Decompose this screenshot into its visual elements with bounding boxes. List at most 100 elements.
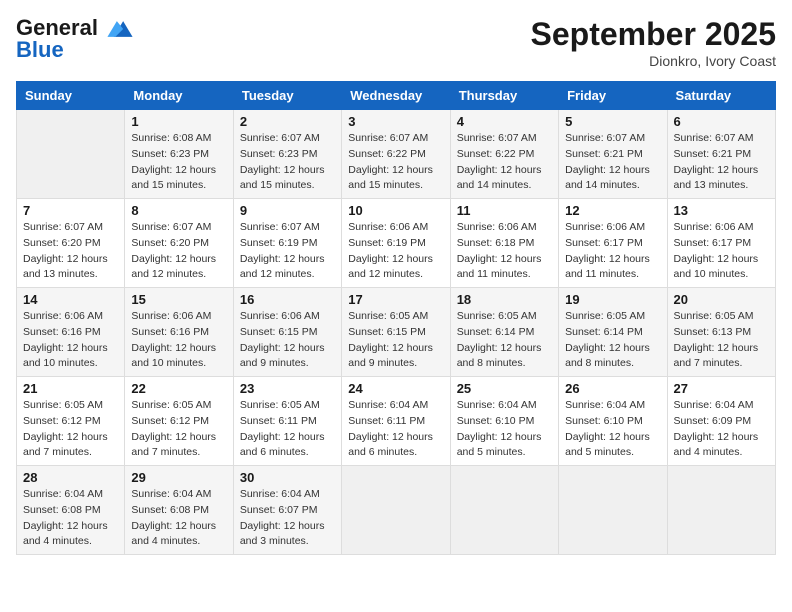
day-cell: 16 Sunrise: 6:06 AMSunset: 6:15 PMDayligh… (233, 288, 341, 377)
header-cell-wednesday: Wednesday (342, 82, 450, 110)
day-cell: 19 Sunrise: 6:05 AMSunset: 6:14 PMDayligh… (559, 288, 667, 377)
day-cell: 14Sunrise: 6:06 AMSunset: 6:16 PMDayligh… (17, 288, 125, 377)
day-cell: 20 Sunrise: 6:05 AMSunset: 6:13 PMDayligh… (667, 288, 775, 377)
day-cell: 24 Sunrise: 6:04 AMSunset: 6:11 PMDayligh… (342, 377, 450, 466)
day-number: 2 (240, 114, 335, 129)
header-cell-tuesday: Tuesday (233, 82, 341, 110)
day-cell: 29 Sunrise: 6:04 AMSunset: 6:08 PMDayligh… (125, 466, 233, 555)
week-row-2: 7 Sunrise: 6:07 AMSunset: 6:20 PMDaylight… (17, 199, 776, 288)
day-info: Sunrise: 6:05 AMSunset: 6:11 PMDaylight:… (240, 398, 335, 461)
day-number: 1 (131, 114, 226, 129)
day-cell: 5 Sunrise: 6:07 AMSunset: 6:21 PMDaylight… (559, 110, 667, 199)
day-info: Sunrise: 6:07 AMSunset: 6:22 PMDaylight:… (457, 131, 552, 194)
day-number: 9 (240, 203, 335, 218)
day-number: 7 (23, 203, 118, 218)
day-info: Sunrise: 6:07 AMSunset: 6:20 PMDaylight:… (23, 220, 118, 283)
day-number: 28 (23, 470, 118, 485)
day-cell: 3 Sunrise: 6:07 AMSunset: 6:22 PMDaylight… (342, 110, 450, 199)
header-cell-saturday: Saturday (667, 82, 775, 110)
location: Dionkro, Ivory Coast (531, 53, 776, 69)
day-info: Sunrise: 6:06 AMSunset: 6:18 PMDaylight:… (457, 220, 552, 283)
title-block: September 2025 Dionkro, Ivory Coast (531, 16, 776, 69)
day-info: Sunrise: 6:04 AMSunset: 6:10 PMDaylight:… (565, 398, 660, 461)
day-info: Sunrise: 6:06 AMSunset: 6:17 PMDaylight:… (674, 220, 769, 283)
day-info: Sunrise: 6:05 AMSunset: 6:12 PMDaylight:… (23, 398, 118, 461)
day-cell: 30 Sunrise: 6:04 AMSunset: 6:07 PMDayligh… (233, 466, 341, 555)
day-cell: 8 Sunrise: 6:07 AMSunset: 6:20 PMDaylight… (125, 199, 233, 288)
day-info: Sunrise: 6:05 AMSunset: 6:14 PMDaylight:… (565, 309, 660, 372)
day-number: 8 (131, 203, 226, 218)
day-cell: 10Sunrise: 6:06 AMSunset: 6:19 PMDayligh… (342, 199, 450, 288)
day-number: 17 (348, 292, 443, 307)
day-cell: 21Sunrise: 6:05 AMSunset: 6:12 PMDayligh… (17, 377, 125, 466)
header-cell-sunday: Sunday (17, 82, 125, 110)
day-cell: 18 Sunrise: 6:05 AMSunset: 6:14 PMDayligh… (450, 288, 558, 377)
day-info: Sunrise: 6:07 AMSunset: 6:22 PMDaylight:… (348, 131, 443, 194)
day-cell: 6Sunrise: 6:07 AMSunset: 6:21 PMDaylight… (667, 110, 775, 199)
header-cell-thursday: Thursday (450, 82, 558, 110)
day-cell: 27Sunrise: 6:04 AMSunset: 6:09 PMDayligh… (667, 377, 775, 466)
day-number: 11 (457, 203, 552, 218)
day-cell: 9 Sunrise: 6:07 AMSunset: 6:19 PMDaylight… (233, 199, 341, 288)
day-info: Sunrise: 6:04 AMSunset: 6:07 PMDaylight:… (240, 487, 335, 550)
day-cell: 1 Sunrise: 6:08 AMSunset: 6:23 PMDaylight… (125, 110, 233, 199)
day-info: Sunrise: 6:06 AMSunset: 6:19 PMDaylight:… (348, 220, 443, 283)
day-info: Sunrise: 6:04 AMSunset: 6:10 PMDaylight:… (457, 398, 552, 461)
day-cell: 26 Sunrise: 6:04 AMSunset: 6:10 PMDayligh… (559, 377, 667, 466)
day-cell: 22 Sunrise: 6:05 AMSunset: 6:12 PMDayligh… (125, 377, 233, 466)
day-number: 5 (565, 114, 660, 129)
day-info: Sunrise: 6:07 AMSunset: 6:21 PMDaylight:… (565, 131, 660, 194)
day-info: Sunrise: 6:04 AMSunset: 6:11 PMDaylight:… (348, 398, 443, 461)
day-info: Sunrise: 6:06 AMSunset: 6:16 PMDaylight:… (23, 309, 118, 372)
day-number: 24 (348, 381, 443, 396)
day-info: Sunrise: 6:05 AMSunset: 6:15 PMDaylight:… (348, 309, 443, 372)
header-cell-monday: Monday (125, 82, 233, 110)
day-cell (559, 466, 667, 555)
day-cell (17, 110, 125, 199)
day-cell: 17 Sunrise: 6:05 AMSunset: 6:15 PMDayligh… (342, 288, 450, 377)
day-cell: 11 Sunrise: 6:06 AMSunset: 6:18 PMDayligh… (450, 199, 558, 288)
week-row-5: 28 Sunrise: 6:04 AMSunset: 6:08 PMDayligh… (17, 466, 776, 555)
day-cell (450, 466, 558, 555)
week-row-1: 1 Sunrise: 6:08 AMSunset: 6:23 PMDaylight… (17, 110, 776, 199)
day-info: Sunrise: 6:06 AMSunset: 6:15 PMDaylight:… (240, 309, 335, 372)
day-cell: 2 Sunrise: 6:07 AMSunset: 6:23 PMDaylight… (233, 110, 341, 199)
day-number: 15 (131, 292, 226, 307)
day-number: 3 (348, 114, 443, 129)
day-number: 25 (457, 381, 552, 396)
day-number: 27 (674, 381, 769, 396)
day-number: 13 (674, 203, 769, 218)
day-cell (667, 466, 775, 555)
header-cell-friday: Friday (559, 82, 667, 110)
day-info: Sunrise: 6:06 AMSunset: 6:17 PMDaylight:… (565, 220, 660, 283)
day-info: Sunrise: 6:07 AMSunset: 6:19 PMDaylight:… (240, 220, 335, 283)
day-number: 4 (457, 114, 552, 129)
day-number: 16 (240, 292, 335, 307)
day-number: 30 (240, 470, 335, 485)
day-info: Sunrise: 6:05 AMSunset: 6:12 PMDaylight:… (131, 398, 226, 461)
day-info: Sunrise: 6:05 AMSunset: 6:13 PMDaylight:… (674, 309, 769, 372)
day-number: 22 (131, 381, 226, 396)
day-cell: 12 Sunrise: 6:06 AMSunset: 6:17 PMDayligh… (559, 199, 667, 288)
day-info: Sunrise: 6:07 AMSunset: 6:20 PMDaylight:… (131, 220, 226, 283)
day-info: Sunrise: 6:05 AMSunset: 6:14 PMDaylight:… (457, 309, 552, 372)
day-cell (342, 466, 450, 555)
day-number: 12 (565, 203, 660, 218)
day-info: Sunrise: 6:07 AMSunset: 6:23 PMDaylight:… (240, 131, 335, 194)
calendar-table: SundayMondayTuesdayWednesdayThursdayFrid… (16, 81, 776, 555)
day-cell: 4 Sunrise: 6:07 AMSunset: 6:22 PMDaylight… (450, 110, 558, 199)
day-cell: 13 Sunrise: 6:06 AMSunset: 6:17 PMDayligh… (667, 199, 775, 288)
day-cell: 28Sunrise: 6:04 AMSunset: 6:08 PMDayligh… (17, 466, 125, 555)
day-number: 23 (240, 381, 335, 396)
day-number: 18 (457, 292, 552, 307)
week-row-3: 14Sunrise: 6:06 AMSunset: 6:16 PMDayligh… (17, 288, 776, 377)
day-info: Sunrise: 6:08 AMSunset: 6:23 PMDaylight:… (131, 131, 226, 194)
day-info: Sunrise: 6:04 AMSunset: 6:08 PMDaylight:… (131, 487, 226, 550)
day-number: 29 (131, 470, 226, 485)
day-number: 6 (674, 114, 769, 129)
day-cell: 23 Sunrise: 6:05 AMSunset: 6:11 PMDayligh… (233, 377, 341, 466)
day-number: 26 (565, 381, 660, 396)
day-number: 20 (674, 292, 769, 307)
day-number: 19 (565, 292, 660, 307)
page-header: General Blue September 2025 Dionkro, Ivo… (16, 16, 776, 69)
